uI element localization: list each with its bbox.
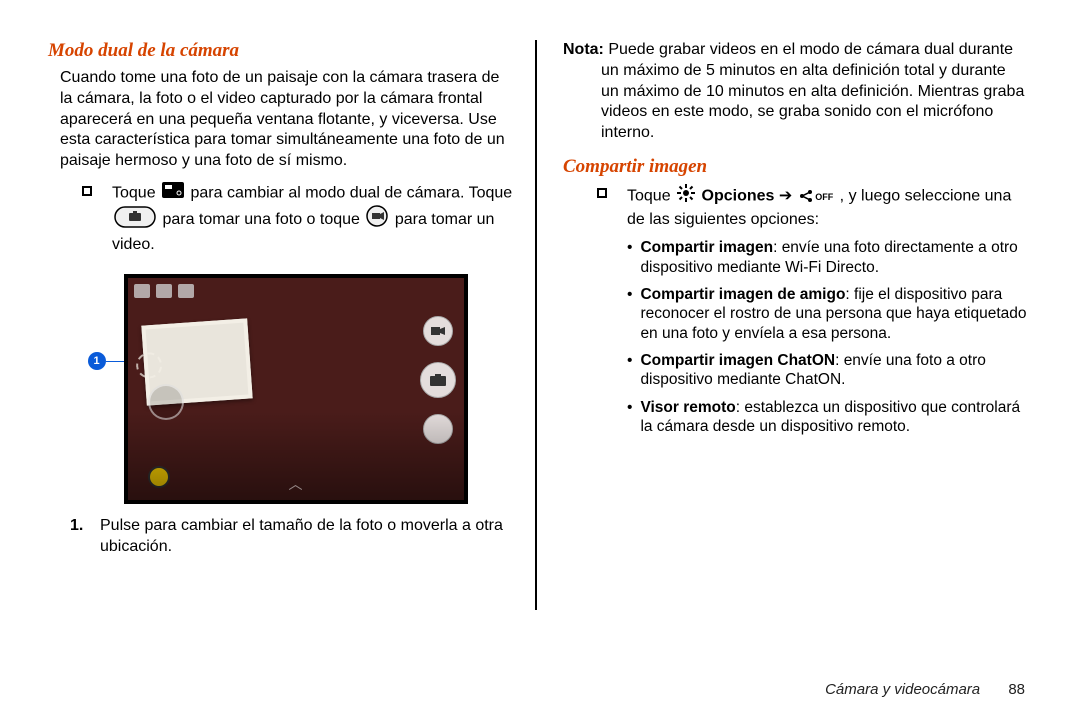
shutter-button-icon [420,362,456,398]
footer-page-number: 88 [1008,681,1025,698]
bullet-dot-icon: • [627,351,632,390]
bullet-content: Toque para cambiar al modo dual de cámar… [112,182,515,256]
note-label: Nota: [563,41,604,58]
list-item: • Compartir imagen: envíe una foto direc… [627,238,1030,277]
note-first-line: Puede grabar videos en el modo de cámara… [604,41,1013,58]
figure-dual-camera: 1 [88,274,468,504]
heading-dual-camera: Modo dual de la cámara [48,40,515,62]
footer-section: Cámara y videocámara [825,681,980,698]
heading-share-image: Compartir imagen [563,156,1030,178]
bullet-text-pre: Toque [112,185,160,202]
item-title: Compartir imagen de amigo [640,286,845,303]
item-title: Compartir imagen [640,239,773,256]
step-1: 1. Pulse para cambiar el tamaño de la fo… [70,516,515,558]
shutter-photo-icon [114,206,156,235]
bullet-content: Toque Opciones ➔ OFF , y luego seleccion… [627,184,1030,230]
item-title: Compartir imagen ChatON [640,352,835,369]
item-title: Visor remoto [640,399,735,416]
arrow-icon: ➔ [779,188,792,205]
gear-icon [677,184,695,209]
share-off-icon: OFF [799,189,834,203]
topbar-icon [156,284,172,298]
right-column: Nota: Puede grabar videos en el modo de … [535,40,1040,557]
share-options-list: • Compartir imagen: envíe una foto direc… [555,238,1030,436]
page: Modo dual de la cámara Cuando tome una f… [0,0,1080,557]
bullet-dot-icon: • [627,238,632,277]
preview-topbar [134,284,194,298]
topbar-icon [178,284,194,298]
topbar-icon [134,284,150,298]
camera-preview-frame: ︿ [124,274,468,504]
list-item: • Visor remoto: establezca un dispositiv… [627,398,1030,437]
left-column: Modo dual de la cámara Cuando tome una f… [30,40,535,557]
list-item: • Compartir imagen de amigo: fije el dis… [627,285,1030,343]
bullet-dot-icon: • [627,285,632,343]
bullet-share: Toque Opciones ➔ OFF , y luego seleccion… [597,184,1030,230]
bullet-marker-icon [82,186,92,196]
note-block: Nota: Puede grabar videos en el modo de … [563,40,1025,144]
bullet-text-mid2: para tomar una foto o toque [162,211,364,228]
bullet-marker-icon [597,188,607,198]
note-rest: un máximo de 5 minutos en alta definició… [601,61,1025,144]
chevron-up-icon: ︿ [289,474,303,494]
list-item: • Compartir imagen ChatON: envíe una fot… [627,351,1030,390]
bullet-dot-icon: • [627,398,632,437]
txt-pre: Toque [627,188,675,205]
bullet-dual-camera: Toque para cambiar al modo dual de cámar… [82,182,515,256]
dual-camera-switch-icon [162,182,184,205]
step-number: 1. [70,516,100,558]
step-text: Pulse para cambiar el tamaño de la foto … [100,516,515,558]
opciones-label: Opciones [702,188,779,205]
intro-text: Cuando tome una foto de un paisaje con l… [60,68,510,172]
bullet-text-mid1: para cambiar al modo dual de cámara. Toq… [191,185,513,202]
page-footer: Cámara y videocámara 88 [825,681,1025,698]
callout-badge: 1 [88,352,106,370]
record-video-icon [366,205,388,234]
column-divider [535,40,537,610]
video-button-icon [423,316,453,346]
